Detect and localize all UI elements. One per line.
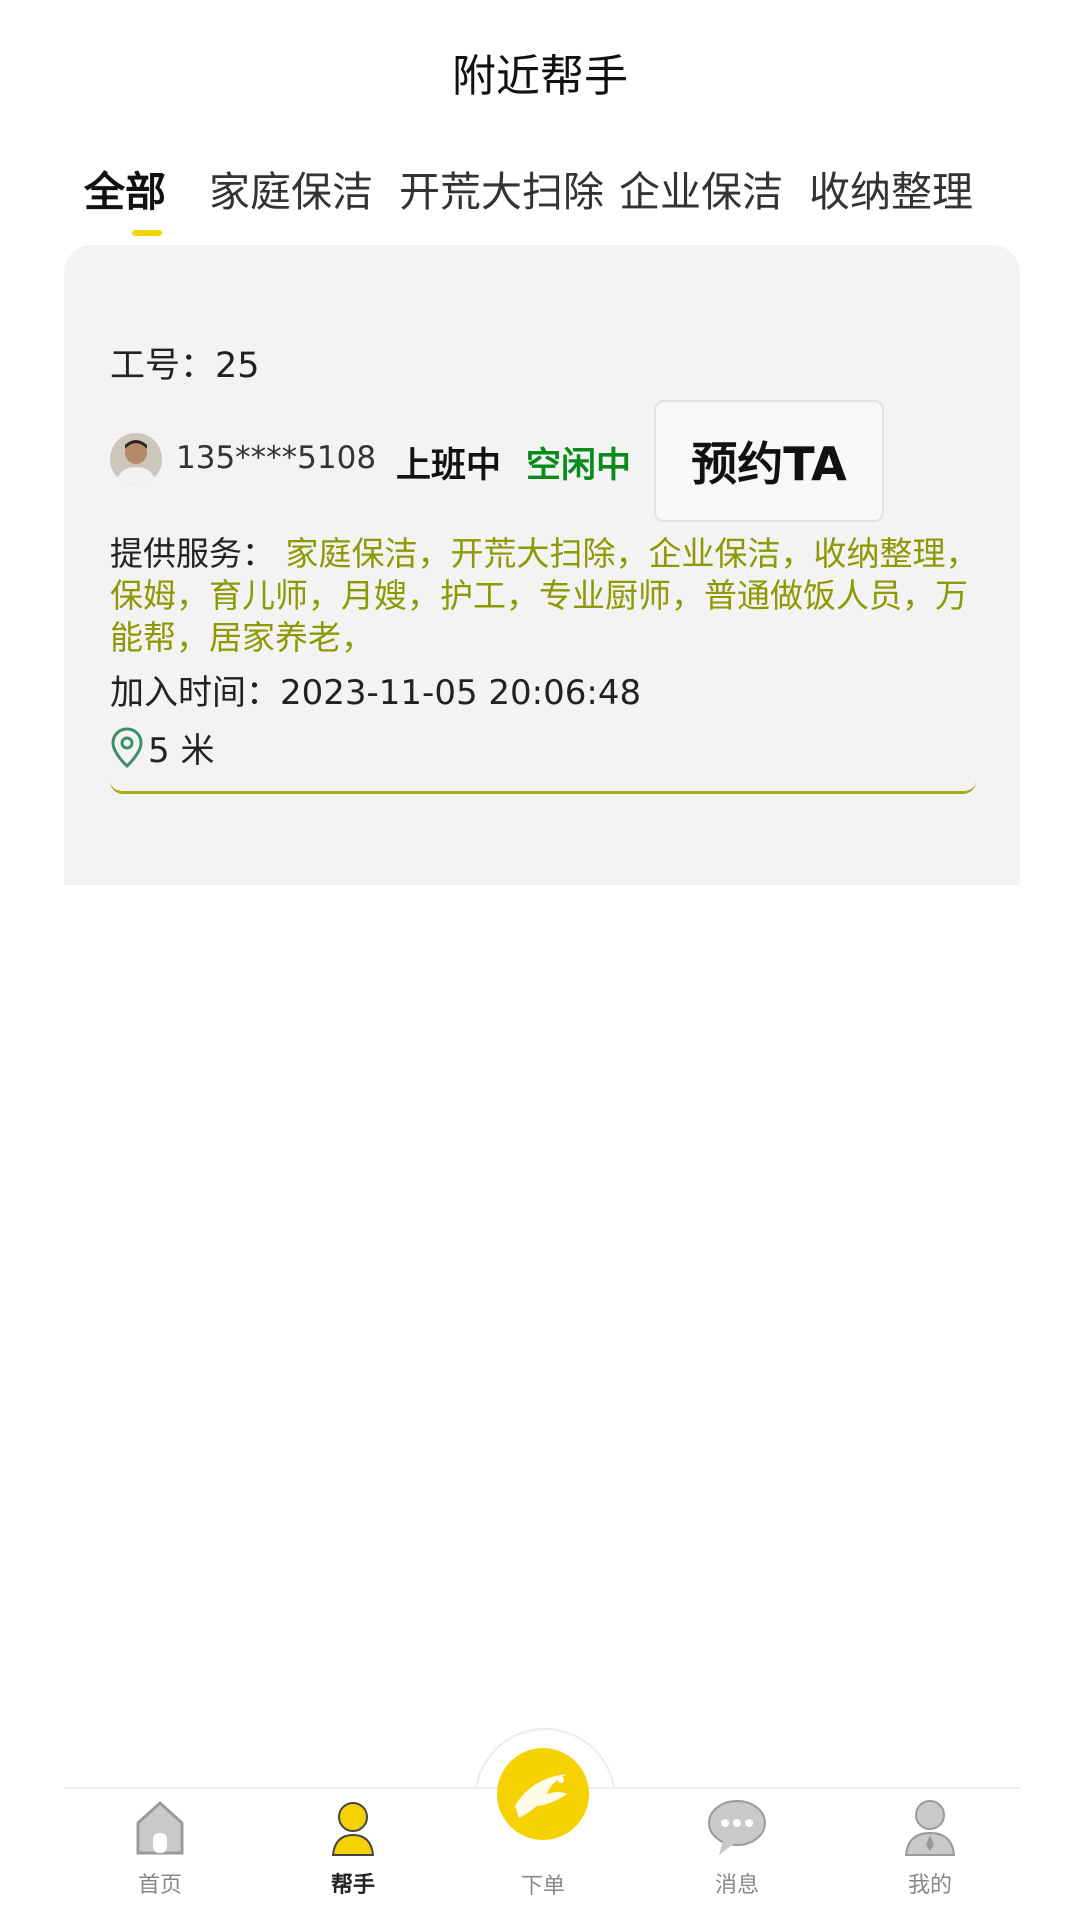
helper-icon — [331, 1802, 375, 1856]
nav-order-label: 下单 — [520, 1874, 565, 1899]
category-tabs: 全部 家庭保洁 开荒大扫除 企业保洁 收纳整理 — [64, 150, 1020, 245]
profile-icon — [904, 1800, 956, 1856]
location-pin-icon — [111, 726, 143, 768]
helper-card[interactable]: 工号：25 135****5108 上班中 空闲中 预约TA 提供服务： 家庭保… — [64, 245, 1020, 885]
distance-value: 5 米 — [148, 731, 215, 771]
tab-all[interactable]: 全部 — [84, 158, 166, 218]
tab-storage[interactable]: 收纳整理 — [809, 158, 973, 218]
services-label: 提供服务： — [110, 534, 275, 573]
nav-message-label: 消息 — [714, 1873, 759, 1898]
tab-deep-cleaning[interactable]: 开荒大扫除 — [399, 158, 604, 218]
status-working: 上班中 — [396, 446, 502, 486]
book-button[interactable]: 预约TA — [654, 400, 884, 522]
page-title: 附近帮手 — [452, 51, 628, 102]
avatar — [110, 433, 162, 485]
order-button[interactable] — [497, 1748, 589, 1840]
job-number: 工号：25 — [110, 346, 260, 386]
services: 提供服务： 家庭保洁，开荒大扫除，企业保洁，收纳整理，保姆，育儿师，月嫂，护工，… — [110, 533, 980, 659]
tab-indicator — [132, 230, 162, 236]
nav-home-label: 首页 — [137, 1873, 182, 1898]
phone-number: 135****5108 — [176, 440, 377, 476]
nav-home[interactable]: 首页 — [100, 1795, 220, 1899]
tab-enterprise-cleaning[interactable]: 企业保洁 — [619, 158, 783, 218]
card-divider — [110, 781, 976, 794]
tab-home-cleaning[interactable]: 家庭保洁 — [209, 158, 373, 218]
message-icon — [708, 1800, 766, 1855]
nav-helper[interactable]: 帮手 — [293, 1795, 413, 1899]
distance: 5 米 — [110, 723, 214, 772]
nav-mine[interactable]: 我的 — [870, 1795, 990, 1899]
status-idle: 空闲中 — [526, 446, 632, 486]
nav-message[interactable]: 消息 — [677, 1795, 797, 1899]
nav-helper-label: 帮手 — [330, 1873, 375, 1898]
home-icon — [136, 1800, 184, 1855]
nav-mine-label: 我的 — [907, 1873, 952, 1898]
bird-logo-icon — [515, 1774, 567, 1818]
join-time: 加入时间：2023-11-05 20:06:48 — [110, 673, 642, 713]
